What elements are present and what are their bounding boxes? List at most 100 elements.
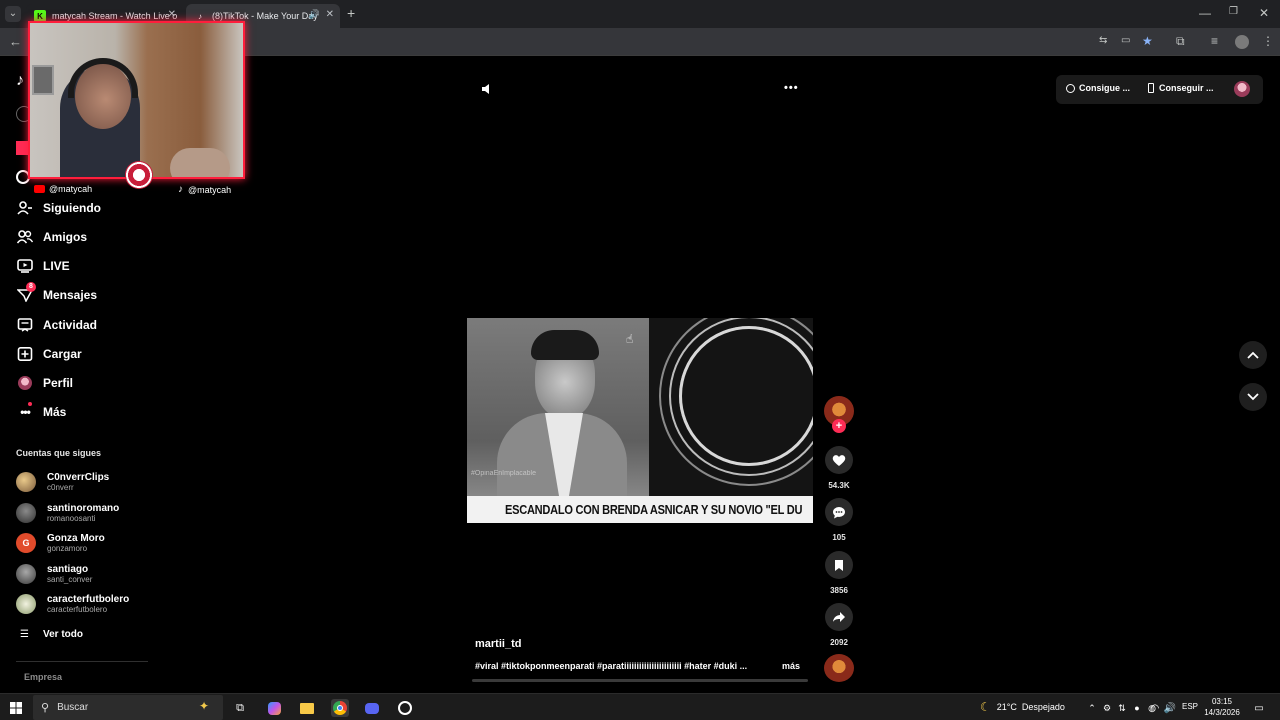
comment-icon [833,506,845,518]
back-icon[interactable]: ← [9,34,22,49]
video-player[interactable]: #OpinaEnImplacable ESCANDALO CON BRENDA … [467,318,813,523]
save-count: 3856 [830,586,848,595]
webcam-handle-right: ♪ @matycah [178,184,231,195]
account-name: C0nverrClips [47,472,110,483]
obs-icon[interactable] [396,699,414,717]
sidebar-item-upload[interactable]: Cargar [16,343,82,365]
save-button[interactable] [825,551,853,579]
sidebar-item-profile[interactable]: Perfil [16,372,73,394]
profile-avatar[interactable] [1235,35,1249,49]
get-app-label: Conseguir ... [1159,83,1214,93]
windows-taskbar: ⚲ Buscar ✦ ⧉ ☾ 21°C Despejado ⌃ ⚙ ⇅ ● ◍ … [0,693,1280,720]
sidebar-item-activity[interactable]: Actividad [16,314,97,336]
home-icon[interactable] [16,141,28,155]
close-window-icon[interactable]: ✕ [1259,6,1269,20]
avatar [16,503,36,523]
get-coins-button[interactable]: Consigue ... [1066,83,1130,93]
sidebar-item-label: LIVE [43,259,70,273]
account-item[interactable]: santinoromano romanoosanti [16,499,119,527]
avatar [16,472,36,492]
avatar [16,594,36,614]
bookmark-star-icon[interactable]: ★ [1142,34,1153,48]
more-options-icon[interactable]: ••• [784,82,799,94]
following-accounts-header: Cuentas que sigues [16,448,102,458]
account-item[interactable]: G Gonza Moro gonzamoro [16,529,105,557]
search-icon: ⚲ [41,702,50,714]
windows-start-icon[interactable] [7,699,25,717]
translate-icon[interactable]: ⇆ [1099,35,1107,46]
handle-text: @matycah [188,184,232,195]
handle-text: @matycah [49,184,93,194]
footer-link[interactable]: Empresa [24,672,62,682]
video-author[interactable]: martii_td [475,638,521,650]
video-frame-right [649,318,813,523]
account-item[interactable]: caracterfutbolero caracterfutbolero [16,590,129,618]
youtube-icon [34,185,45,193]
restore-icon[interactable]: ❐ [1229,6,1238,17]
chevron-up-icon [1247,351,1259,359]
like-button[interactable] [825,446,853,474]
account-item[interactable]: santiago santi_conver [16,560,92,588]
file-explorer-icon[interactable] [298,699,316,717]
previous-video-button[interactable] [1239,341,1267,369]
music-disc-avatar[interactable] [824,654,854,682]
copilot-icon[interactable] [265,699,283,717]
coin-icon [1066,83,1075,93]
account-item[interactable]: C0nverrClips c0nverr [16,468,109,496]
account-handle: romanoosanti [47,514,96,523]
phone-icon [1148,83,1154,93]
media-icon[interactable]: ≡ [1211,34,1218,48]
header-avatar[interactable] [1234,81,1250,97]
sidebar-item-label: Amigos [43,230,88,244]
account-handle: santi_conver [47,575,93,584]
tab-search-icon[interactable]: ⌄ [5,6,21,22]
picture-frame [32,65,54,95]
man-hair [531,330,599,360]
webcam-handle-left: @matycah [34,184,92,194]
video-frame-left: #OpinaEnImplacable [467,318,649,523]
follow-button[interactable]: + [832,419,846,433]
messages-badge: 8 [26,282,36,292]
friends-icon [16,229,34,245]
discord-icon[interactable] [363,699,381,717]
next-video-button[interactable] [1239,383,1267,411]
taskbar-search[interactable]: ⚲ Buscar ✦ [33,695,223,720]
language-indicator[interactable]: ESP [1182,702,1198,711]
account-name: santiago [47,564,89,575]
sidebar-item-more[interactable]: ••• Más [16,401,66,423]
task-view-icon[interactable]: ⧉ [231,699,249,717]
comment-button[interactable] [825,498,853,526]
tiktok-logo[interactable]: ♪ [16,72,24,90]
video-description: #viral #tiktokponmeenparati #paratiiiiii… [475,661,748,671]
get-app-button[interactable]: Conseguir ... [1148,83,1214,93]
account-handle: gonzamoro [47,544,88,553]
volume-tray-icon[interactable]: 🔊 [1161,699,1179,717]
share-icon [833,612,845,622]
sidebar-item-following[interactable]: Siguiendo [16,197,101,219]
chrome-menu-icon[interactable]: ⋮ [1262,34,1274,48]
close-icon[interactable]: ✕ [168,9,176,20]
avatar: G [16,533,36,553]
sidebar-item-messages[interactable]: 8 Mensajes [16,282,97,306]
notifications-icon[interactable]: ▭ [1250,699,1268,717]
share-button[interactable] [825,603,853,631]
video-progress-bar[interactable] [472,679,808,682]
volume-icon[interactable] [481,83,493,98]
more-link[interactable]: más [782,661,800,671]
see-all-link[interactable]: ☰ Ver todo [20,629,83,640]
clock[interactable]: 03:15 14/3/2026 [1202,696,1242,718]
weather-widget[interactable]: ☾ 21°C Despejado [980,700,1065,714]
close-icon[interactable]: ✕ [326,9,334,20]
cast-icon[interactable]: ▭ [1121,35,1130,46]
speaker-icon[interactable]: 🔊 [309,9,320,20]
clock-time: 03:15 [1211,697,1233,706]
minimize-icon[interactable]: — [1199,6,1211,20]
extensions-icon[interactable]: ⧉ [1176,34,1185,49]
chrome-icon[interactable] [331,699,349,717]
sidebar-item-live[interactable]: LIVE [16,255,70,277]
video-watermark: #OpinaEnImplacable [471,470,536,477]
new-tab-icon[interactable]: + [347,5,355,21]
moon-icon: ☾ [980,700,991,714]
sidebar-item-friends[interactable]: Amigos [16,226,87,248]
account-name: santinoromano [47,503,120,514]
